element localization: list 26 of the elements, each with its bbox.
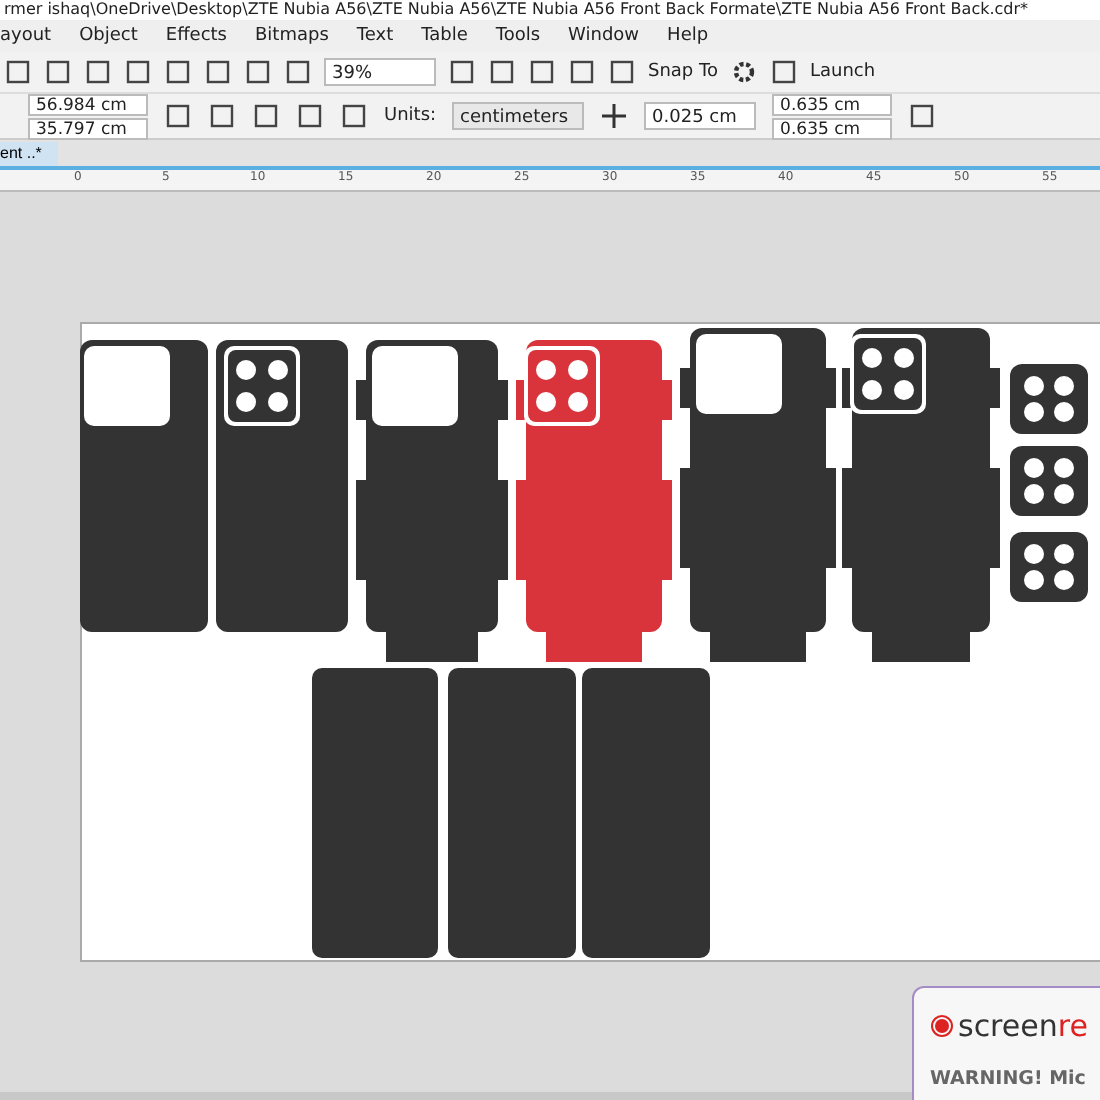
menu-item[interactable]: Window [568, 26, 640, 46]
snap-to-button[interactable]: Snap To [648, 62, 718, 82]
menu-item[interactable]: Tools [495, 26, 541, 46]
gear-icon[interactable] [729, 58, 758, 86]
menu-item[interactable]: ayout [0, 26, 52, 46]
zoom-field[interactable]: 39% [324, 58, 436, 86]
window-title: rmer ishaq\OneDrive\Desktop\ZTE Nubia A56\ZTE Nubia A56\ZTE Nubia A56 Front Back Formate\ZTE Nubia A56 Front Back.cdr* [0, 0, 1100, 20]
brand-logo: screenre [958, 1008, 1088, 1044]
menu-item[interactable]: Help [667, 26, 709, 46]
menu-item[interactable]: Bitmaps [255, 26, 329, 46]
record-icon [930, 1014, 954, 1038]
warning-text: WARNING! Mic [930, 1068, 1088, 1090]
units-dropdown[interactable]: centimeters [452, 102, 585, 130]
move-arrows-icon [600, 102, 629, 130]
document-tab[interactable]: ent ..* [0, 142, 58, 166]
units-label: Units: [384, 106, 437, 126]
menu-item[interactable]: Effects [165, 26, 227, 46]
height-field[interactable]: 35.797 cm [28, 117, 148, 139]
nudge-field[interactable]: 0.025 cm [644, 102, 757, 130]
menu-item[interactable]: Text [356, 26, 394, 46]
launch-button[interactable]: Launch [809, 62, 876, 82]
menu-item[interactable]: Object [79, 26, 138, 46]
duplicate-x-field[interactable]: 0.635 cm [772, 93, 893, 115]
width-field[interactable]: 56.984 cm [28, 93, 148, 115]
duplicate-y-field[interactable]: 0.635 cm [772, 117, 893, 139]
menu-item[interactable]: Table [421, 26, 468, 46]
